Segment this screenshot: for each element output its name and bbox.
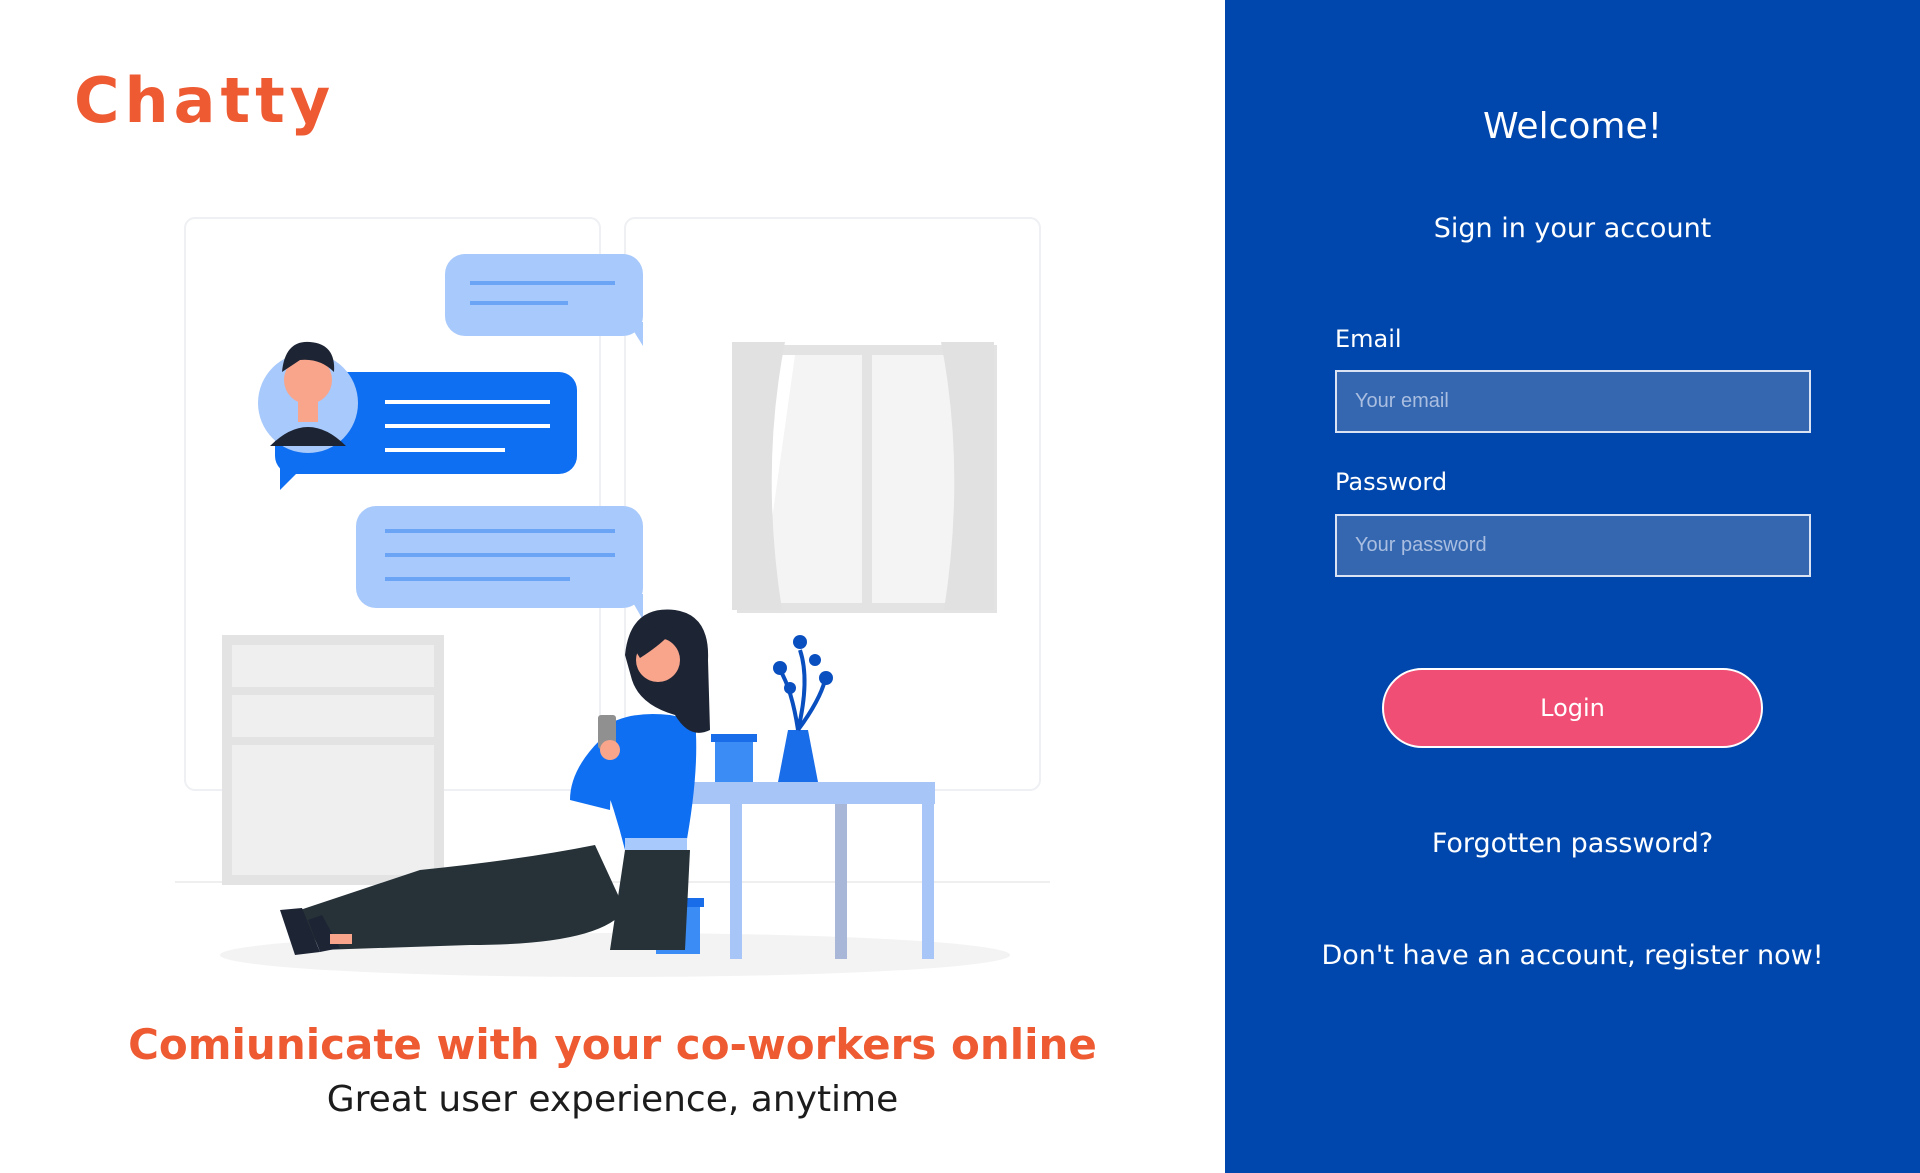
forgot-password-link[interactable]: Forgotten password? [1225, 828, 1920, 859]
hero-panel: Chatty Comiunicate with your co-workers … [0, 0, 1225, 1173]
box-icon [715, 738, 753, 782]
login-page: Chatty Comiunicate with your co-workers … [0, 0, 1920, 1173]
hero-subtagline: Great user experience, anytime [326, 1079, 899, 1120]
password-label: Password [1335, 468, 1448, 496]
window-icon [732, 342, 997, 613]
chat-bubble-bottom [356, 506, 643, 620]
email-field[interactable] [1335, 370, 1811, 433]
login-button[interactable]: Login [1382, 668, 1763, 748]
app-logo[interactable]: Chatty [74, 70, 335, 132]
hero-tagline: Comiunicate with your co-workers online [128, 1020, 1097, 1069]
login-panel: Welcome! Sign in your account Email Pass… [1225, 0, 1920, 1173]
email-label: Email [1335, 325, 1402, 353]
dresser-icon [222, 635, 444, 885]
welcome-heading: Welcome! [1482, 106, 1663, 147]
chat-bubble-top [445, 254, 643, 346]
chat-illustration [175, 217, 1050, 977]
password-field[interactable] [1335, 514, 1811, 577]
register-link[interactable]: Don't have an account, register now! [1225, 940, 1920, 971]
signin-subtitle: Sign in your account [1433, 213, 1712, 244]
